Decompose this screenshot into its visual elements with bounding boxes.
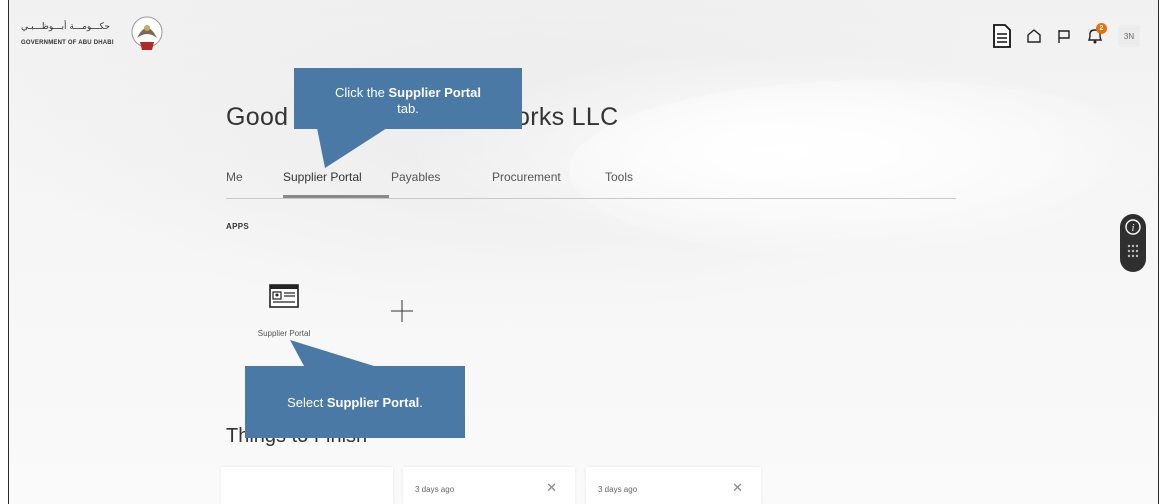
close-icon[interactable]: ✕ — [546, 480, 557, 496]
logo-english-text: GOVERNMENT OF ABU DHABI — [21, 40, 114, 46]
greeting-end: orks LLC — [516, 103, 619, 131]
apps-section-label: APPS — [226, 222, 249, 231]
tab-supplier-portal[interactable]: Supplier Portal — [283, 170, 362, 184]
callout-app-prefix: Select — [287, 395, 327, 410]
notifications-bell-icon[interactable]: 2 — [1086, 23, 1107, 45]
page-frame: حكـــومـــة أبـــوظـــبـي GOVERNMENT OF … — [8, 0, 1159, 504]
supplier-portal-app-tile[interactable]: Supplier Portal — [249, 284, 329, 344]
help-widget[interactable]: i — [1120, 214, 1146, 272]
springboard-tabs: Me Supplier Portal Payables Procurement … — [226, 170, 956, 199]
falcon-emblem-icon — [131, 16, 163, 50]
tab-tools[interactable]: Tools — [605, 170, 633, 184]
callout-select-app: Select Supplier Portal. — [245, 366, 465, 438]
callout-app-suffix: . — [419, 395, 423, 410]
task-card-time: 3 days ago — [415, 485, 455, 494]
callout-tab-bold: Supplier Portal — [388, 85, 481, 100]
svg-text:i: i — [1132, 223, 1135, 234]
task-card-time: 3 days ago — [598, 485, 638, 494]
flag-icon[interactable] — [1056, 28, 1072, 44]
close-icon[interactable]: ✕ — [732, 480, 743, 496]
notification-badge: 2 — [1096, 23, 1107, 34]
user-avatar[interactable]: 3N — [1118, 25, 1140, 47]
task-card[interactable] — [221, 467, 393, 504]
home-icon[interactable] — [1026, 28, 1042, 44]
supplier-portal-icon — [269, 284, 299, 308]
callout-tab-prefix: Click the — [335, 85, 389, 100]
callout-click-tab: Click the Supplier Portal tab. — [294, 68, 522, 129]
callout-tab-pointer — [317, 128, 387, 168]
callout-tab-suffix: tab. — [397, 101, 419, 116]
tab-me[interactable]: Me — [226, 170, 243, 184]
government-logo: حكـــومـــة أبـــوظـــبـي GOVERNMENT OF … — [21, 14, 171, 62]
active-tab-indicator — [283, 195, 389, 198]
global-header-toolbar: 2 3N — [992, 23, 1140, 48]
logo-arabic-text: حكـــومـــة أبـــوظـــبـي — [21, 22, 111, 32]
callout-app-bold: Supplier Portal — [326, 395, 420, 410]
tab-payables[interactable]: Payables — [391, 170, 440, 184]
document-icon[interactable] — [992, 24, 1012, 48]
task-card[interactable]: 3 days ago ✕ — [403, 467, 575, 504]
info-icon: i — [1125, 219, 1141, 258]
tab-procurement[interactable]: Procurement — [492, 170, 561, 184]
supplier-portal-app-label: Supplier Portal — [257, 329, 311, 338]
add-app-icon[interactable] — [390, 299, 414, 323]
task-card[interactable]: 3 days ago ✕ — [586, 467, 761, 504]
